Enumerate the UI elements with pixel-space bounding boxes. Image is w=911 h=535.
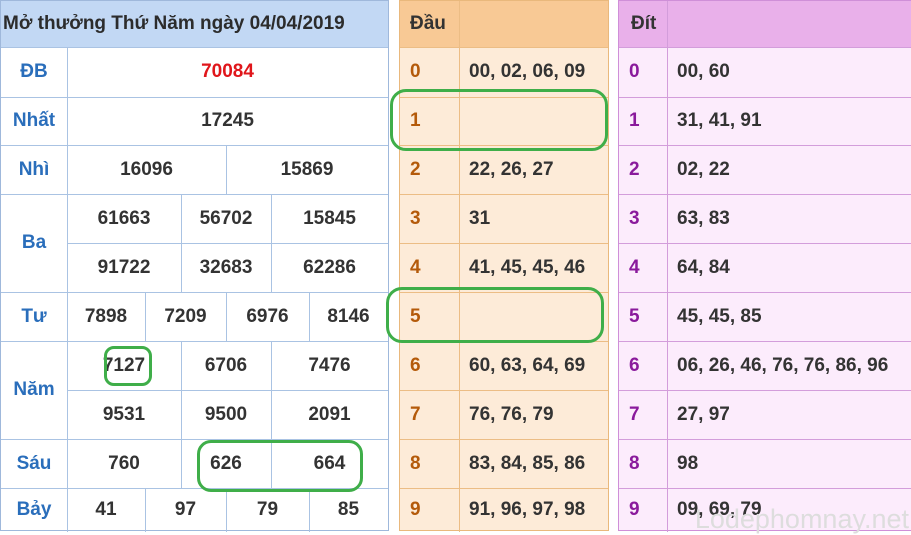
dit-values: 64, 84: [677, 256, 730, 278]
prize-label-ba: Ba: [21, 232, 47, 253]
dau-digit: 7: [410, 403, 421, 425]
dau-digit: 4: [410, 256, 421, 278]
prize-label-nhat: Nhất: [12, 110, 56, 131]
prize-value: 6706: [204, 354, 248, 376]
dit-digit: 2: [629, 158, 640, 180]
prize-value: 85: [337, 499, 360, 520]
prize-value: 91722: [97, 256, 151, 278]
prize-label-nhi: Nhì: [18, 158, 50, 180]
dau-table: Đầu 0 00, 02, 06, 09 1 2 22, 26, 27 3 31…: [399, 0, 609, 532]
dit-values: 45, 45, 85: [677, 305, 762, 327]
dit-values: 31, 41, 91: [677, 110, 762, 131]
dau-values: 60, 63, 64, 69: [469, 354, 586, 376]
highlight-circle-dau-5: [386, 287, 604, 343]
dau-digit: 8: [410, 452, 421, 474]
dit-digit: 8: [629, 452, 640, 474]
dit-digit: 9: [629, 499, 640, 520]
special-prize-value: 70084: [201, 61, 254, 82]
prize-value: 97: [174, 499, 197, 520]
prize-label-bay: Bảy: [16, 499, 52, 520]
prize-value: 7898: [84, 305, 128, 327]
dit-header-label: Đít: [631, 13, 657, 34]
prize-label-sau: Sáu: [16, 452, 52, 474]
prize-value: 15845: [303, 207, 356, 229]
prize-value: 9531: [102, 403, 146, 425]
dit-values: 27, 97: [677, 403, 730, 425]
dau-values: 31: [469, 207, 491, 229]
dit-digit: 0: [629, 61, 640, 82]
dau-values: 22, 26, 27: [469, 158, 554, 180]
dit-values: 09, 69, 79: [677, 499, 762, 520]
dit-digit: 4: [629, 256, 640, 278]
dit-values: 02, 22: [677, 158, 730, 180]
prize-value: 8146: [327, 305, 370, 327]
prize-value: 7476: [308, 354, 351, 376]
dit-values: 63, 83: [677, 207, 730, 229]
dau-values: 83, 84, 85, 86: [469, 452, 586, 474]
prize-value: 79: [256, 499, 279, 520]
dau-values: 41, 45, 45, 46: [469, 256, 586, 278]
prize-label-nam: Năm: [13, 379, 55, 400]
dau-digit: 3: [410, 207, 421, 229]
prize-label-tu: Tư: [21, 305, 47, 327]
dit-digit: 5: [629, 305, 640, 327]
prize-value: 15869: [280, 158, 334, 180]
prize-value: 41: [95, 499, 117, 520]
dit-digit: 3: [629, 207, 640, 229]
prize-value: 16096: [120, 158, 173, 180]
dit-digit: 1: [629, 110, 640, 131]
dau-values: 91, 96, 97, 98: [469, 499, 586, 520]
prize-value: 17245: [201, 110, 254, 131]
prize-value: 9500: [204, 403, 248, 425]
dau-header: Đầu: [400, 1, 608, 47]
dit-header: Đít: [619, 1, 911, 47]
results-title: Mở thưởng Thứ Năm ngày 04/04/2019: [3, 13, 345, 34]
prize-value: 6976: [246, 305, 289, 327]
prize-value: 56702: [199, 207, 253, 229]
dau-values: 76, 76, 79: [469, 403, 554, 425]
prize-value: 62286: [303, 256, 356, 278]
prize-label-db: ĐB: [20, 61, 48, 82]
dit-values: 98: [677, 452, 699, 474]
highlight-circle-7127: [104, 346, 152, 386]
dit-values: 06, 26, 46, 76, 76, 86, 96: [677, 354, 889, 376]
dau-header-label: Đầu: [410, 13, 446, 34]
dit-table: Đít 0 00, 60 1 31, 41, 91 2 02, 22 3 63,…: [618, 0, 911, 532]
dau-digit: 9: [410, 499, 421, 520]
dit-digit: 7: [629, 403, 640, 425]
prize-value: 760: [108, 452, 140, 474]
dit-values: 00, 60: [677, 61, 730, 82]
prize-value: 2091: [308, 403, 351, 425]
highlight-circle-dau-1: [390, 89, 608, 151]
dau-digit: 6: [410, 354, 421, 376]
prize-value: 7209: [164, 305, 207, 327]
prize-value: 32683: [199, 256, 253, 278]
results-header: Mở thưởng Thứ Năm ngày 04/04/2019: [1, 1, 388, 47]
highlight-circle-626-664: [197, 440, 363, 492]
dau-digit: 2: [410, 158, 421, 180]
prize-value: 61663: [97, 207, 151, 229]
dit-digit: 6: [629, 354, 640, 376]
